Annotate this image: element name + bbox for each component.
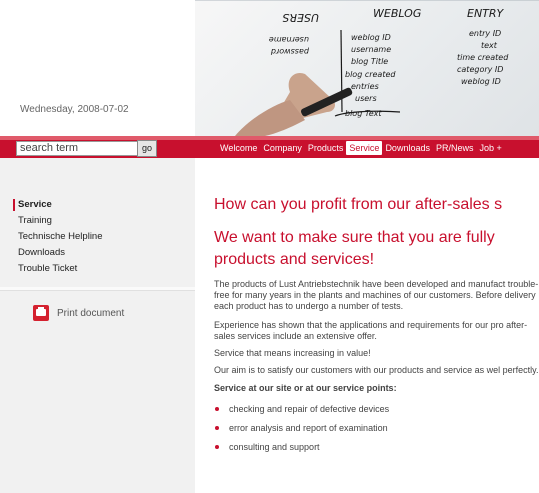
- nav-item-products[interactable]: Products: [305, 141, 347, 155]
- search-input[interactable]: [16, 141, 138, 156]
- aim-paragraph: Our aim is to satisfy our customers with…: [214, 365, 539, 375]
- sidebar-divider: [0, 287, 195, 291]
- hero-whiteboard-graphic: USERS WEBLOG ENTRY username password web…: [195, 0, 539, 136]
- page-subheading: We want to make sure that you are fully …: [214, 229, 495, 268]
- hand-icon: [235, 72, 353, 136]
- page-heading: How can you profit from our after-sales …: [214, 196, 503, 213]
- date-label: Wednesday, 2008-07-02: [20, 104, 129, 115]
- nav-item-downloads[interactable]: Downloads: [382, 141, 433, 155]
- nav-item-service[interactable]: Service: [346, 141, 383, 155]
- printer-icon[interactable]: [33, 305, 49, 321]
- hero-right-3: time created: [457, 53, 509, 62]
- service-list: checking and repair of defective devices…: [214, 401, 539, 458]
- nav-item-welcome[interactable]: Welcome: [217, 141, 260, 155]
- hero-mid-1: weblog ID: [351, 33, 391, 42]
- sidebar-menu: Service Training Technische Helpline Dow…: [0, 197, 195, 277]
- hero-heading-mid: WEBLOG: [373, 7, 421, 20]
- hero-right-2: text: [481, 41, 498, 50]
- hero-right-5: weblog ID: [461, 77, 501, 86]
- service-points-heading: Service at our site or at our service po…: [214, 383, 397, 393]
- hero-mid-3: blog Title: [351, 57, 388, 66]
- hero-heading-right: ENTRY: [467, 7, 505, 20]
- value-statement: Service that means increasing in value!: [214, 348, 371, 358]
- list-item: error analysis and report of examination: [214, 420, 539, 439]
- hero-right-1: entry ID: [469, 29, 501, 38]
- nav-item-company[interactable]: Company: [260, 141, 305, 155]
- experience-paragraph: Experience has shown that the applicatio…: [214, 320, 528, 341]
- date-area: Wednesday, 2008-07-02: [0, 0, 195, 136]
- sidebar-item-technische-helpline[interactable]: Technische Helpline: [0, 229, 195, 245]
- hero-mid-2: username: [351, 45, 391, 54]
- hero-mid-5: entries: [351, 82, 379, 91]
- main-nav: Welcome Company Products Service Downloa…: [217, 141, 505, 155]
- sidebar-item-training[interactable]: Training: [0, 213, 195, 229]
- go-button[interactable]: go: [137, 140, 157, 157]
- hero-right-4: category ID: [457, 65, 503, 74]
- hero-mid-7: blog Text: [345, 109, 382, 118]
- hero-left-2: password: [270, 47, 310, 56]
- main-content: How can you profit from our after-sales …: [214, 195, 539, 458]
- hero-image: USERS WEBLOG ENTRY username password web…: [195, 0, 539, 136]
- intro-paragraph: The products of Lust Antriebstechnik hav…: [214, 279, 539, 311]
- sidebar-item-downloads[interactable]: Downloads: [0, 245, 195, 261]
- hero-left-1: username: [269, 35, 309, 44]
- sidebar-item-service[interactable]: Service: [0, 197, 195, 213]
- list-item: consulting and support: [214, 439, 539, 458]
- print-document-label[interactable]: Print document: [57, 308, 124, 319]
- print-document-link[interactable]: Print document: [33, 305, 124, 321]
- hero-mid-6: users: [355, 94, 377, 103]
- hero-heading-left: USERS: [282, 11, 319, 24]
- list-item: checking and repair of defective devices: [214, 401, 539, 420]
- nav-item-pr-news[interactable]: PR/News: [433, 141, 477, 155]
- nav-item-job[interactable]: Job +: [476, 141, 504, 155]
- hero-mid-4: blog created: [345, 70, 396, 79]
- sidebar-item-trouble-ticket[interactable]: Trouble Ticket: [0, 261, 195, 277]
